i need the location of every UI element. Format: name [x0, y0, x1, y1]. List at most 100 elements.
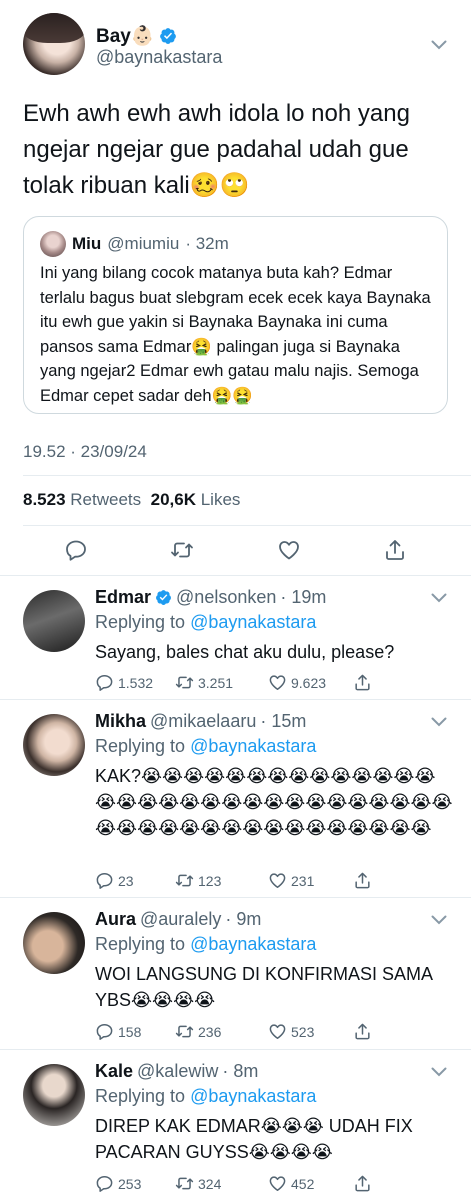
reply-button[interactable]: 158	[95, 1022, 141, 1041]
reply-button[interactable]: 23	[95, 871, 134, 890]
share-icon	[355, 674, 370, 691]
share-button[interactable]	[353, 673, 372, 692]
reply-tweet[interactable]: Edmar @nelsonken · 19m Replying to @bayn…	[0, 575, 471, 699]
avatar[interactable]	[23, 1064, 85, 1126]
author-handle[interactable]: @baynakastara	[96, 47, 222, 68]
avatar[interactable]	[23, 714, 85, 776]
tweet-text: Ewh awh ewh awh idola lo noh yang ngejar…	[23, 100, 410, 199]
reply-button[interactable]: 1.532	[95, 673, 153, 692]
retweet-count: 324	[198, 1175, 222, 1192]
reply-author-name[interactable]: Edmar	[95, 587, 151, 608]
reply-time: · 9m	[225, 909, 262, 929]
reply-header: Edmar @nelsonken · 19m	[95, 587, 326, 608]
reply-time: · 15m	[260, 711, 307, 731]
chevron-down-icon[interactable]	[431, 717, 447, 727]
retweet-icon	[175, 1025, 194, 1038]
like-count: 452	[291, 1175, 315, 1192]
reply-text: Sayang, bales chat aku dulu, please?	[95, 642, 395, 662]
quote-author-handle: @miumiu	[107, 234, 180, 253]
reply-tweet[interactable]: Mikha @mikaelaaru · 15m Replying to @bay…	[0, 699, 471, 897]
reply-text: DIREP KAK EDMAR😭😭😭 UDAH FIX PACARAN GUYS…	[95, 1116, 413, 1162]
like-button[interactable]: 9.623	[268, 673, 326, 692]
reply-icon	[96, 1176, 113, 1192]
chevron-down-icon[interactable]	[431, 1067, 447, 1077]
reply-author-handle[interactable]: @kalewiw	[137, 1061, 218, 1082]
likes-stat[interactable]: 20,6K Likes	[151, 490, 241, 509]
replying-to-link[interactable]: @baynakastara	[190, 934, 316, 954]
chevron-down-icon[interactable]	[431, 593, 447, 603]
reply-count: 1.532	[118, 674, 154, 691]
retweet-icon	[175, 1177, 194, 1190]
chevron-down-icon[interactable]	[431, 915, 447, 925]
share-icon	[355, 1175, 370, 1192]
like-button[interactable]: 231	[268, 871, 314, 890]
quoted-tweet[interactable]: Miu @miumiu · 32m Ini yang bilang cocok …	[23, 216, 448, 414]
verified-badge-icon	[159, 28, 176, 44]
verified-badge-icon	[156, 590, 171, 605]
like-count: 9.623	[291, 674, 327, 691]
heart-icon	[269, 873, 286, 888]
like-count: 523	[291, 1023, 315, 1040]
reply-time: · 19m	[280, 587, 327, 607]
reply-button[interactable]: 253	[95, 1174, 141, 1193]
retweet-icon	[175, 874, 194, 887]
reply-tweet[interactable]: Aura @auralely · 9m Replying to @baynaka…	[0, 897, 471, 1049]
reply-icon[interactable]	[64, 538, 88, 562]
heart-icon	[269, 1176, 286, 1191]
reply-text: KAK?😭😭😭😭😭😭😭😭😭😭😭😭😭😭😭😭😭😭😭😭😭😭😭😭😭😭😭😭😭😭😭😭😭😭😭😭…	[95, 766, 453, 838]
avatar[interactable]	[23, 13, 85, 75]
heart-icon[interactable]	[277, 538, 301, 562]
like-count: 231	[291, 872, 315, 889]
author-name[interactable]: Bay👶🏻	[96, 24, 155, 48]
reply-author-handle[interactable]: @auralely	[140, 909, 221, 930]
retweet-button[interactable]: 3.251	[175, 673, 233, 692]
heart-icon	[269, 675, 286, 690]
retweet-button[interactable]: 123	[175, 871, 221, 890]
reply-time: · 8m	[222, 1061, 259, 1081]
reply-actions: 23 123 231	[95, 871, 395, 891]
share-button[interactable]	[353, 871, 372, 890]
replying-to: Replying to @baynakastara	[95, 612, 317, 632]
reply-author-name[interactable]: Kale	[95, 1061, 133, 1082]
reply-author-handle[interactable]: @mikaelaaru	[150, 711, 256, 732]
avatar[interactable]	[23, 912, 85, 974]
like-button[interactable]: 523	[268, 1022, 314, 1041]
like-button[interactable]: 452	[268, 1174, 314, 1193]
quote-text: Ini yang bilang cocok matanya buta kah? …	[40, 264, 431, 405]
reply-author-handle[interactable]: @nelsonken	[176, 587, 276, 608]
reply-tweet[interactable]: Kale @kalewiw · 8m Replying to @baynakas…	[0, 1049, 471, 1200]
replying-to-link[interactable]: @baynakastara	[190, 736, 316, 756]
reply-actions: 1.532 3.251 9.623	[95, 673, 395, 693]
reply-header: Kale @kalewiw · 8m	[95, 1061, 258, 1082]
retweet-count: 123	[198, 872, 222, 889]
retweet-button[interactable]: 324	[175, 1174, 221, 1193]
share-button[interactable]	[353, 1022, 372, 1041]
tweet-timestamp[interactable]: 19.52 · 23/09/24	[23, 442, 147, 462]
quote-header: Miu @miumiu · 32m	[40, 231, 229, 257]
reply-author-name[interactable]: Mikha	[95, 711, 146, 732]
retweet-button[interactable]: 236	[175, 1022, 221, 1041]
replying-to-link[interactable]: @baynakastara	[190, 1086, 316, 1106]
reply-icon	[96, 675, 113, 691]
share-button[interactable]	[353, 1174, 372, 1193]
replying-to: Replying to @baynakastara	[95, 736, 317, 756]
divider	[23, 475, 471, 476]
share-icon[interactable]	[383, 538, 407, 562]
tweet-actions	[0, 536, 471, 564]
retweet-icon	[175, 676, 194, 689]
retweets-stat[interactable]: 8.523 Retweets	[23, 490, 141, 509]
quote-avatar	[40, 231, 66, 257]
reply-count: 158	[118, 1023, 142, 1040]
reply-author-name[interactable]: Aura	[95, 909, 136, 930]
heart-icon	[269, 1024, 286, 1039]
retweet-icon[interactable]	[170, 538, 194, 562]
reply-icon	[96, 1024, 113, 1040]
avatar[interactable]	[23, 590, 85, 652]
chevron-down-icon[interactable]	[431, 40, 447, 50]
reply-count: 23	[118, 872, 134, 889]
retweet-count: 236	[198, 1023, 222, 1040]
retweet-count: 3.251	[198, 674, 234, 691]
tweet-stats: 8.523 Retweets 20,6K Likes	[23, 490, 240, 510]
replying-to-link[interactable]: @baynakastara	[190, 612, 316, 632]
reply-header: Mikha @mikaelaaru · 15m	[95, 711, 306, 732]
